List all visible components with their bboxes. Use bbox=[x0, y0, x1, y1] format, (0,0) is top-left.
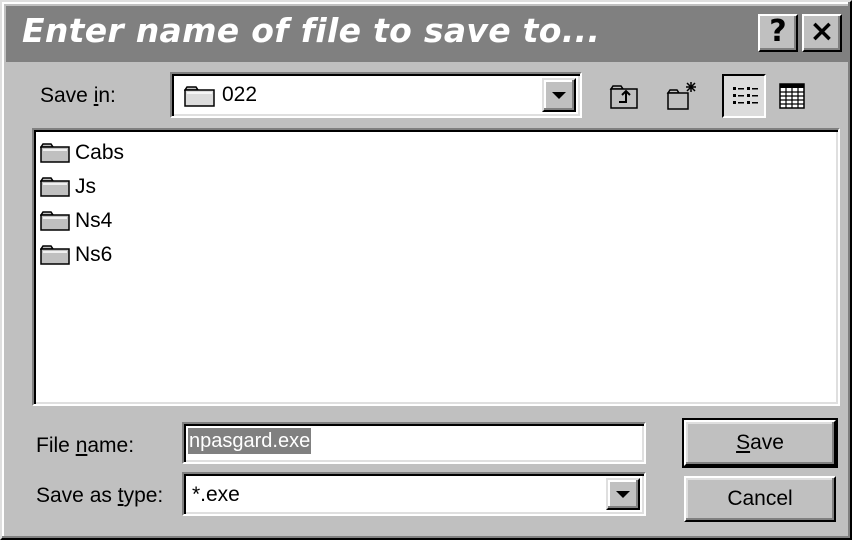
help-button[interactable]: ? bbox=[758, 14, 798, 52]
file-list[interactable]: Cabs Js Ns4 Ns6 bbox=[32, 128, 840, 406]
folder-icon bbox=[40, 177, 70, 197]
folder-icon bbox=[40, 143, 70, 163]
save-as-type-dropdown-button[interactable] bbox=[606, 478, 640, 510]
save-as-type-value: *.exe bbox=[192, 483, 240, 506]
save-as-type-dropdown[interactable]: *.exe bbox=[182, 472, 646, 516]
file-name-input[interactable]: npasgard.exe bbox=[182, 422, 646, 464]
save-in-label: Save in: bbox=[40, 84, 116, 107]
close-button[interactable]: × bbox=[802, 14, 842, 52]
save-as-type-label: Save as type: bbox=[36, 484, 164, 507]
folder-icon bbox=[40, 211, 70, 231]
save-in-value: 022 bbox=[222, 83, 258, 106]
file-name: Cabs bbox=[75, 141, 125, 164]
dialog-title: Enter name of file to save to... bbox=[22, 11, 601, 50]
file-name: Js bbox=[75, 175, 96, 198]
save-dialog: Enter name of file to save to... ? × Sav… bbox=[0, 0, 852, 540]
list-item[interactable]: Js bbox=[40, 172, 96, 202]
file-name-label: File name: bbox=[36, 434, 135, 457]
file-name: Ns4 bbox=[75, 209, 113, 232]
cancel-button[interactable]: Cancel bbox=[684, 476, 836, 522]
create-new-folder-button[interactable] bbox=[660, 74, 704, 118]
list-view-icon bbox=[733, 87, 758, 104]
file-name: Ns6 bbox=[75, 243, 113, 266]
up-one-level-button[interactable] bbox=[602, 74, 646, 118]
folder-icon bbox=[40, 245, 70, 265]
chevron-down-icon bbox=[552, 92, 566, 99]
details-view-icon bbox=[779, 83, 805, 109]
list-view-button[interactable] bbox=[722, 74, 766, 118]
chevron-down-icon bbox=[616, 491, 630, 498]
list-item[interactable]: Ns4 bbox=[40, 206, 112, 236]
folder-icon bbox=[184, 86, 215, 107]
title-bar[interactable]: Enter name of file to save to... ? × bbox=[6, 6, 850, 62]
new-folder-icon bbox=[666, 82, 696, 110]
save-button[interactable]: Save bbox=[682, 418, 838, 468]
list-item[interactable]: Ns6 bbox=[40, 240, 112, 270]
save-in-dropdown-button[interactable] bbox=[542, 78, 576, 112]
up-folder-icon bbox=[609, 85, 638, 109]
save-in-dropdown[interactable]: 022 bbox=[170, 72, 582, 118]
file-name-value: npasgard.exe bbox=[188, 428, 312, 454]
list-item[interactable]: Cabs bbox=[40, 138, 124, 168]
details-view-button[interactable] bbox=[770, 74, 814, 118]
